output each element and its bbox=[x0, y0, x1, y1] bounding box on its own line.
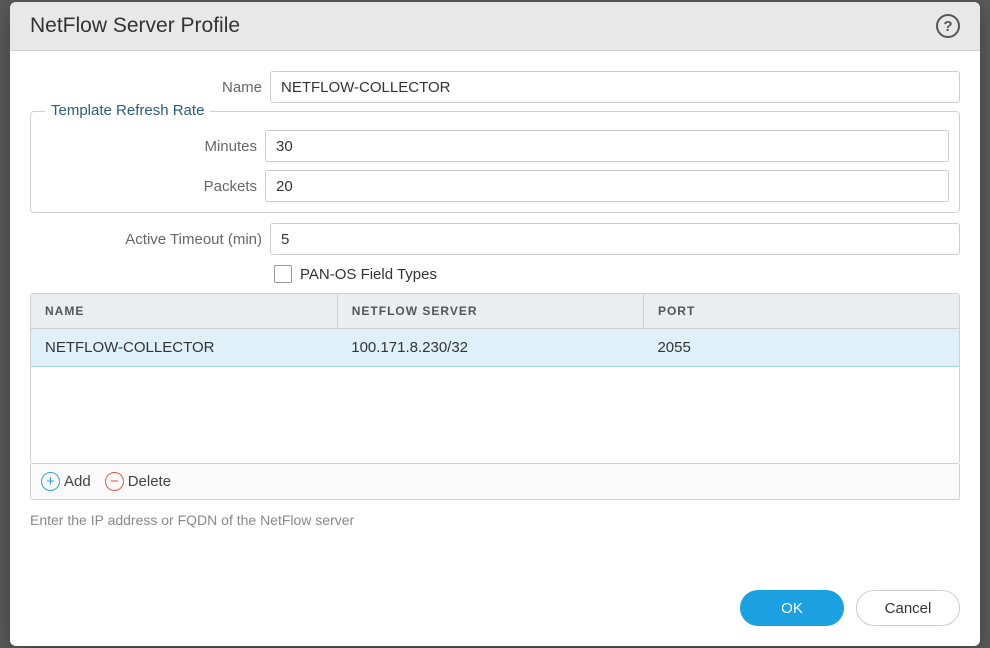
servers-table: NAME NETFLOW SERVER PORT NETFLOW-COLLECT… bbox=[31, 294, 959, 463]
plus-icon: + bbox=[41, 472, 60, 491]
col-header-server[interactable]: NETFLOW SERVER bbox=[337, 294, 643, 329]
dialog-footer: OK Cancel bbox=[10, 574, 980, 646]
minus-icon: − bbox=[105, 472, 124, 491]
active-timeout-row: Active Timeout (min) bbox=[30, 223, 960, 255]
hint-text: Enter the IP address or FQDN of the NetF… bbox=[30, 512, 960, 528]
delete-button[interactable]: − Delete bbox=[105, 472, 171, 491]
table-header-row: NAME NETFLOW SERVER PORT bbox=[31, 294, 959, 329]
help-icon[interactable]: ? bbox=[936, 14, 960, 38]
packets-input[interactable] bbox=[265, 170, 949, 202]
template-refresh-legend: Template Refresh Rate bbox=[45, 102, 210, 119]
minutes-row: Minutes bbox=[41, 130, 949, 162]
dialog-header: NetFlow Server Profile ? bbox=[10, 2, 980, 51]
table-row[interactable]: NETFLOW-COLLECTOR 100.171.8.230/32 2055 bbox=[31, 329, 959, 367]
cell-port: 2055 bbox=[643, 329, 959, 367]
cancel-button[interactable]: Cancel bbox=[856, 590, 960, 626]
panos-checkbox-label: PAN-OS Field Types bbox=[300, 266, 437, 283]
delete-label: Delete bbox=[128, 473, 171, 490]
panos-checkbox-row: PAN-OS Field Types bbox=[274, 265, 960, 283]
minutes-input[interactable] bbox=[265, 130, 949, 162]
servers-table-wrap: NAME NETFLOW SERVER PORT NETFLOW-COLLECT… bbox=[30, 293, 960, 464]
table-actions: + Add − Delete bbox=[30, 464, 960, 500]
name-row: Name bbox=[30, 71, 960, 103]
add-label: Add bbox=[64, 473, 91, 490]
packets-label: Packets bbox=[41, 178, 257, 195]
name-label: Name bbox=[30, 79, 262, 96]
table-empty-space bbox=[31, 367, 959, 463]
active-timeout-label: Active Timeout (min) bbox=[30, 231, 262, 248]
active-timeout-input[interactable] bbox=[270, 223, 960, 255]
dialog-body: Name Template Refresh Rate Minutes Packe… bbox=[10, 51, 980, 574]
cell-server: 100.171.8.230/32 bbox=[337, 329, 643, 367]
col-header-port[interactable]: PORT bbox=[643, 294, 959, 329]
packets-row: Packets bbox=[41, 170, 949, 202]
netflow-profile-dialog: NetFlow Server Profile ? Name Template R… bbox=[10, 2, 980, 646]
name-input[interactable] bbox=[270, 71, 960, 103]
panos-checkbox[interactable] bbox=[274, 265, 292, 283]
col-header-name[interactable]: NAME bbox=[31, 294, 337, 329]
minutes-label: Minutes bbox=[41, 138, 257, 155]
add-button[interactable]: + Add bbox=[41, 472, 91, 491]
cell-name: NETFLOW-COLLECTOR bbox=[31, 329, 337, 367]
template-refresh-fieldset: Template Refresh Rate Minutes Packets bbox=[30, 111, 960, 213]
ok-button[interactable]: OK bbox=[740, 590, 844, 626]
dialog-title: NetFlow Server Profile bbox=[30, 14, 240, 38]
